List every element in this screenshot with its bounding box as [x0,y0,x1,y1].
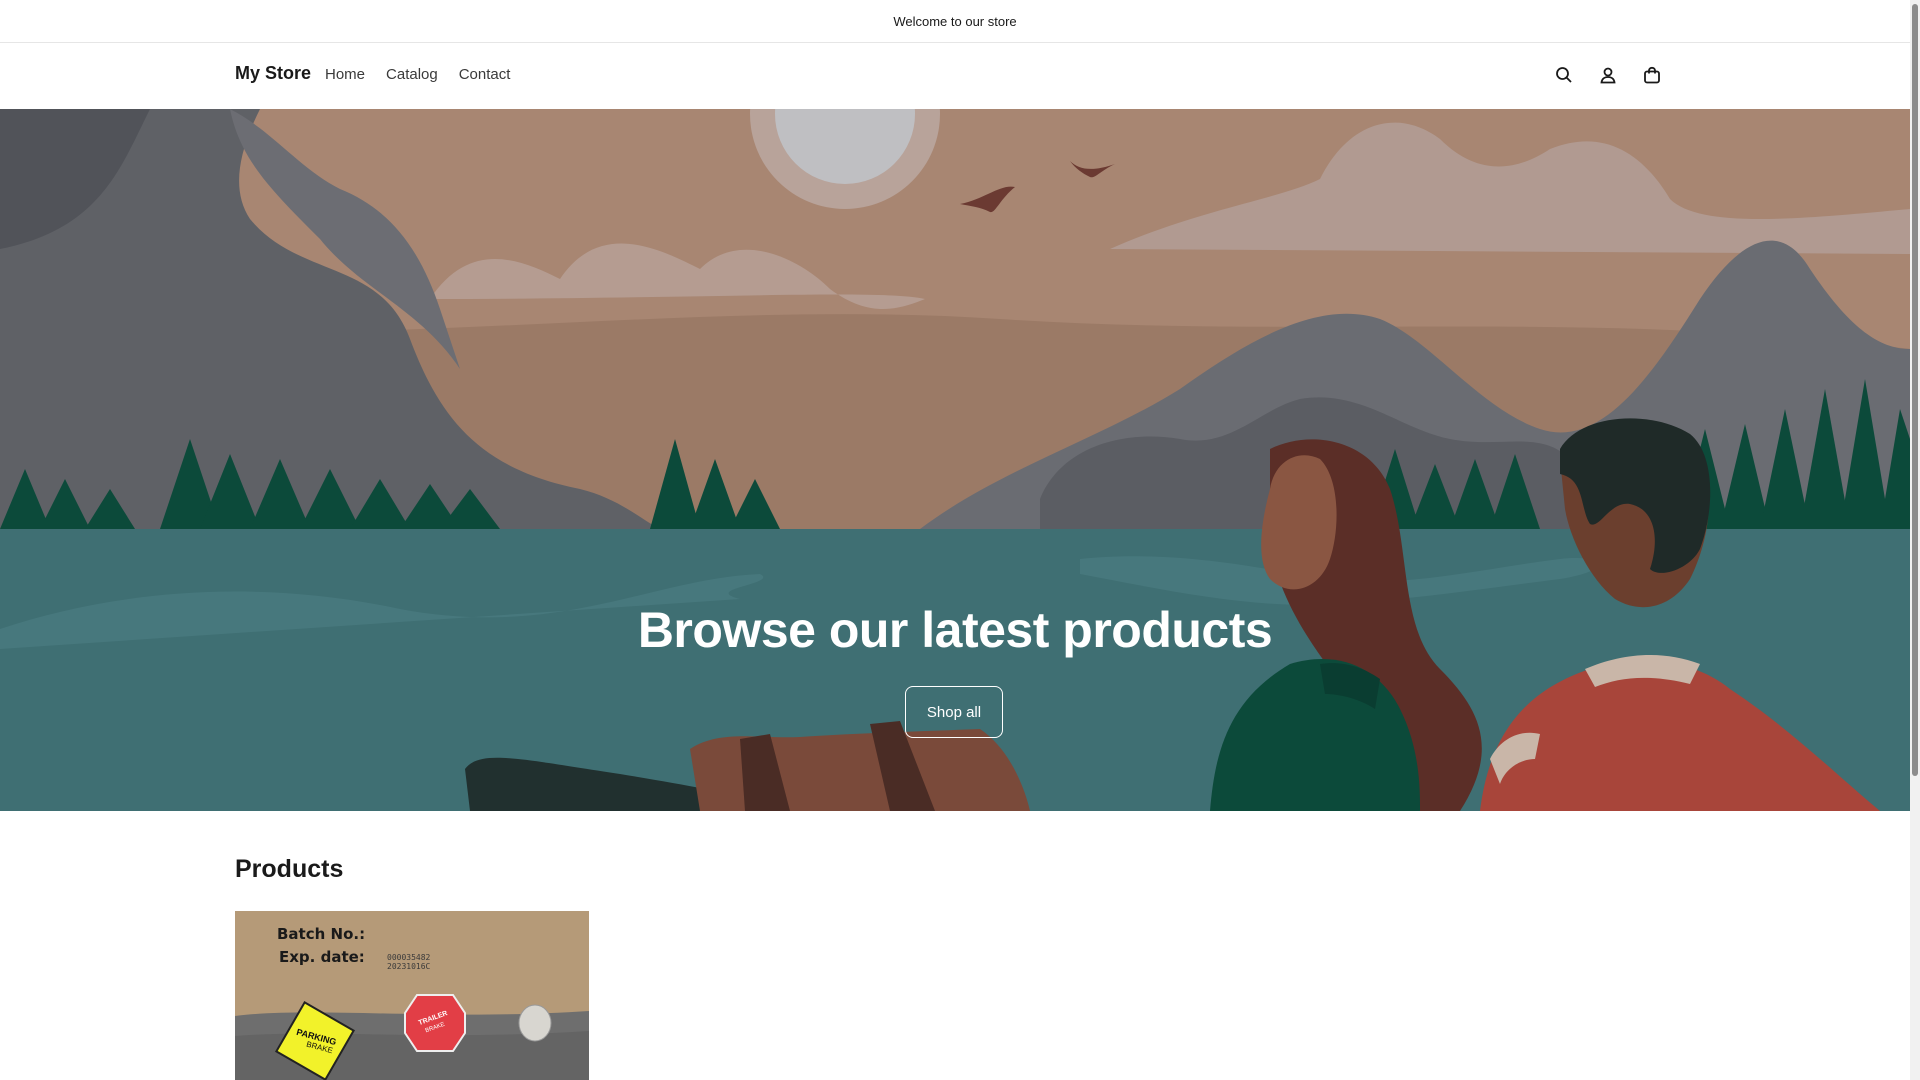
store-logo[interactable]: My Store [235,63,311,84]
product-image-code-2: 20231016C [387,962,431,971]
nav-contact[interactable]: Contact [459,66,511,83]
product-image-text-1: Batch No.: [277,925,366,943]
cart-icon[interactable] [1640,63,1664,87]
page: Welcome to our store My Store Home Catal… [0,0,1910,1080]
announcement-text: Welcome to our store [893,13,1017,29]
hero-title: Browse our latest products [637,602,1273,658]
account-icon[interactable] [1596,63,1620,87]
header-icons [1552,63,1664,87]
product-card[interactable]: Batch No.: Exp. date: 000035482 20231016… [235,911,589,1080]
products-heading: Products [235,855,344,883]
product-image-code-1: 000035482 [387,953,431,962]
site-header: My Store Home Catalog Contact [0,43,1910,109]
product-image-text-2: Exp. date: [279,948,365,966]
hero-banner: Browse our latest products Shop all [0,109,1910,811]
main-nav: Home Catalog Contact [325,66,510,83]
page-scrollbar[interactable] [1910,0,1920,1080]
shop-all-button[interactable]: Shop all [905,686,1003,738]
announcement-bar: Welcome to our store [0,0,1910,43]
nav-home[interactable]: Home [325,66,365,83]
scrollbar-thumb[interactable] [1912,4,1918,776]
nav-catalog[interactable]: Catalog [386,66,438,83]
search-icon[interactable] [1552,63,1576,87]
